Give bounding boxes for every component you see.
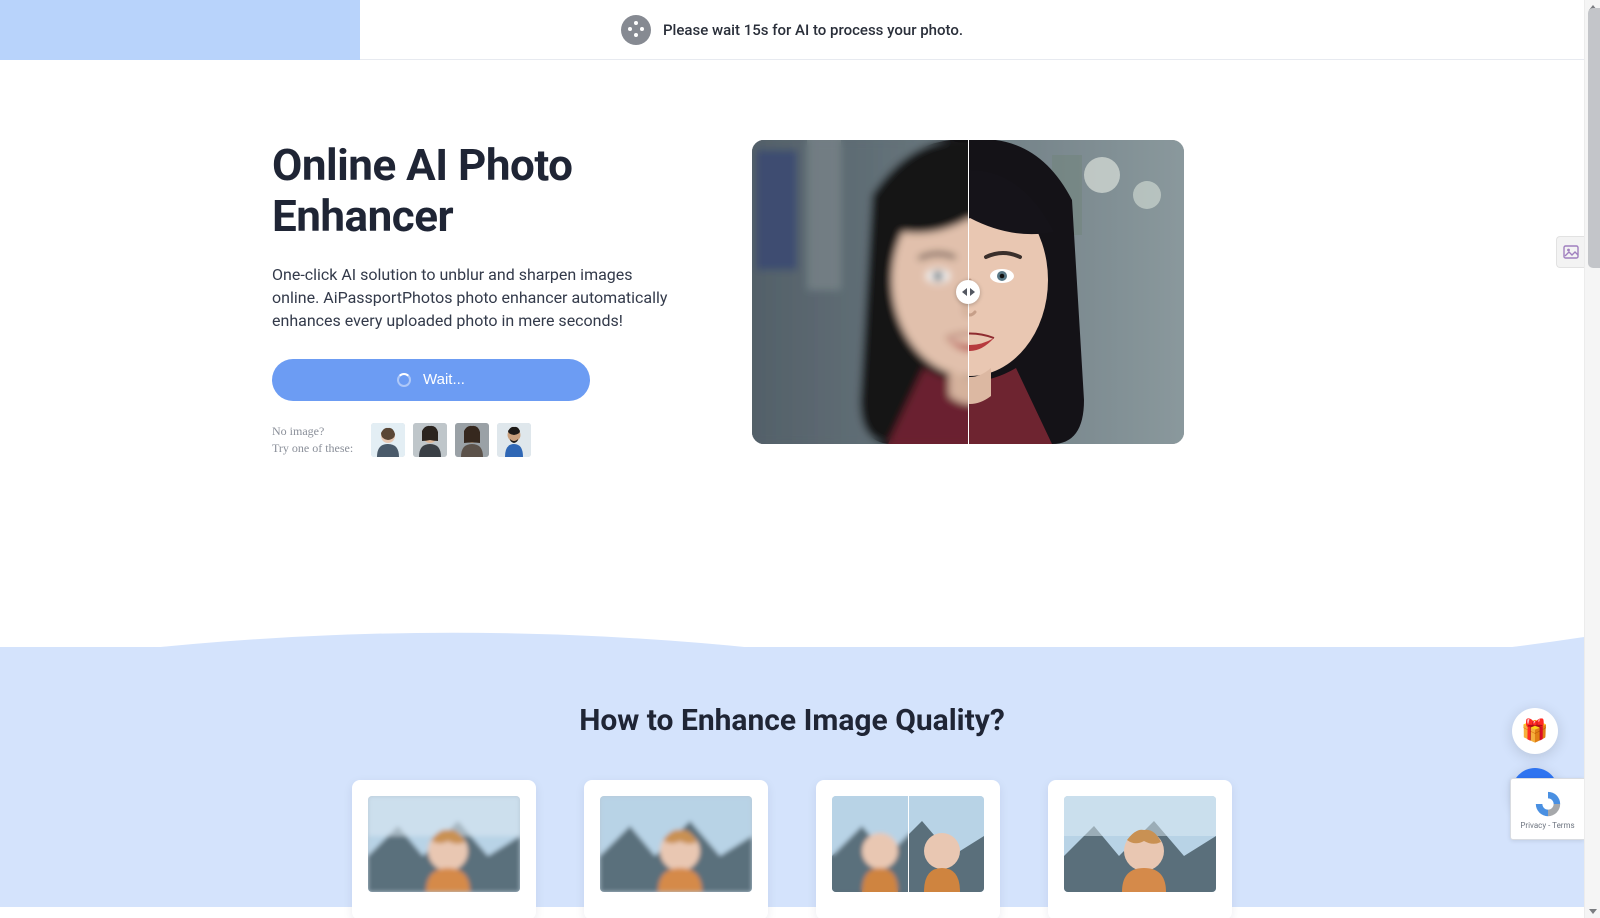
compare-handle[interactable] (956, 280, 980, 304)
sample-thumbnail[interactable] (371, 423, 405, 457)
step-card-image (600, 796, 752, 892)
wait-button[interactable]: Wait... (272, 359, 590, 401)
step-card-image (832, 796, 984, 892)
how-to-section: How to Enhance Image Quality? (0, 607, 1584, 907)
wait-button-label: Wait... (423, 371, 465, 388)
before-after-compare[interactable] (752, 140, 1184, 444)
step-card-image (1064, 796, 1216, 892)
vertical-scrollbar[interactable] (1584, 0, 1600, 918)
sample-images-row: No image? Try one of these: (272, 423, 702, 457)
step-card[interactable] (352, 780, 536, 918)
side-widget-toggle[interactable] (1556, 236, 1584, 268)
sample-thumbnails (371, 423, 531, 457)
scrollbar-thumb[interactable] (1588, 8, 1600, 268)
spinner-icon (397, 373, 411, 387)
step-card[interactable] (584, 780, 768, 918)
hero-description: One-click AI solution to unblur and shar… (272, 263, 672, 333)
step-cards (0, 780, 1584, 918)
step-card-image (368, 796, 520, 892)
hero-section: Online AI Photo Enhancer One-click AI so… (0, 60, 1584, 457)
sample-thumbnail[interactable] (497, 423, 531, 457)
processing-message: Please wait 15s for AI to process your p… (663, 21, 963, 39)
image-icon (1563, 244, 1579, 260)
step-card[interactable] (1048, 780, 1232, 918)
hero-text-column: Online AI Photo Enhancer One-click AI so… (272, 140, 702, 457)
sample-prompt: No image? Try one of these: (272, 423, 353, 455)
step-card[interactable] (816, 780, 1000, 918)
compare-divider (908, 796, 909, 892)
sample-thumbnail[interactable] (413, 423, 447, 457)
progress-loader-strip (0, 0, 360, 60)
spinner-icon (621, 15, 651, 45)
page-title: Online AI Photo Enhancer (272, 140, 702, 243)
scroll-down-arrow-icon[interactable] (1585, 904, 1600, 918)
sample-thumbnail[interactable] (455, 423, 489, 457)
section-title: How to Enhance Image Quality? (0, 607, 1584, 738)
